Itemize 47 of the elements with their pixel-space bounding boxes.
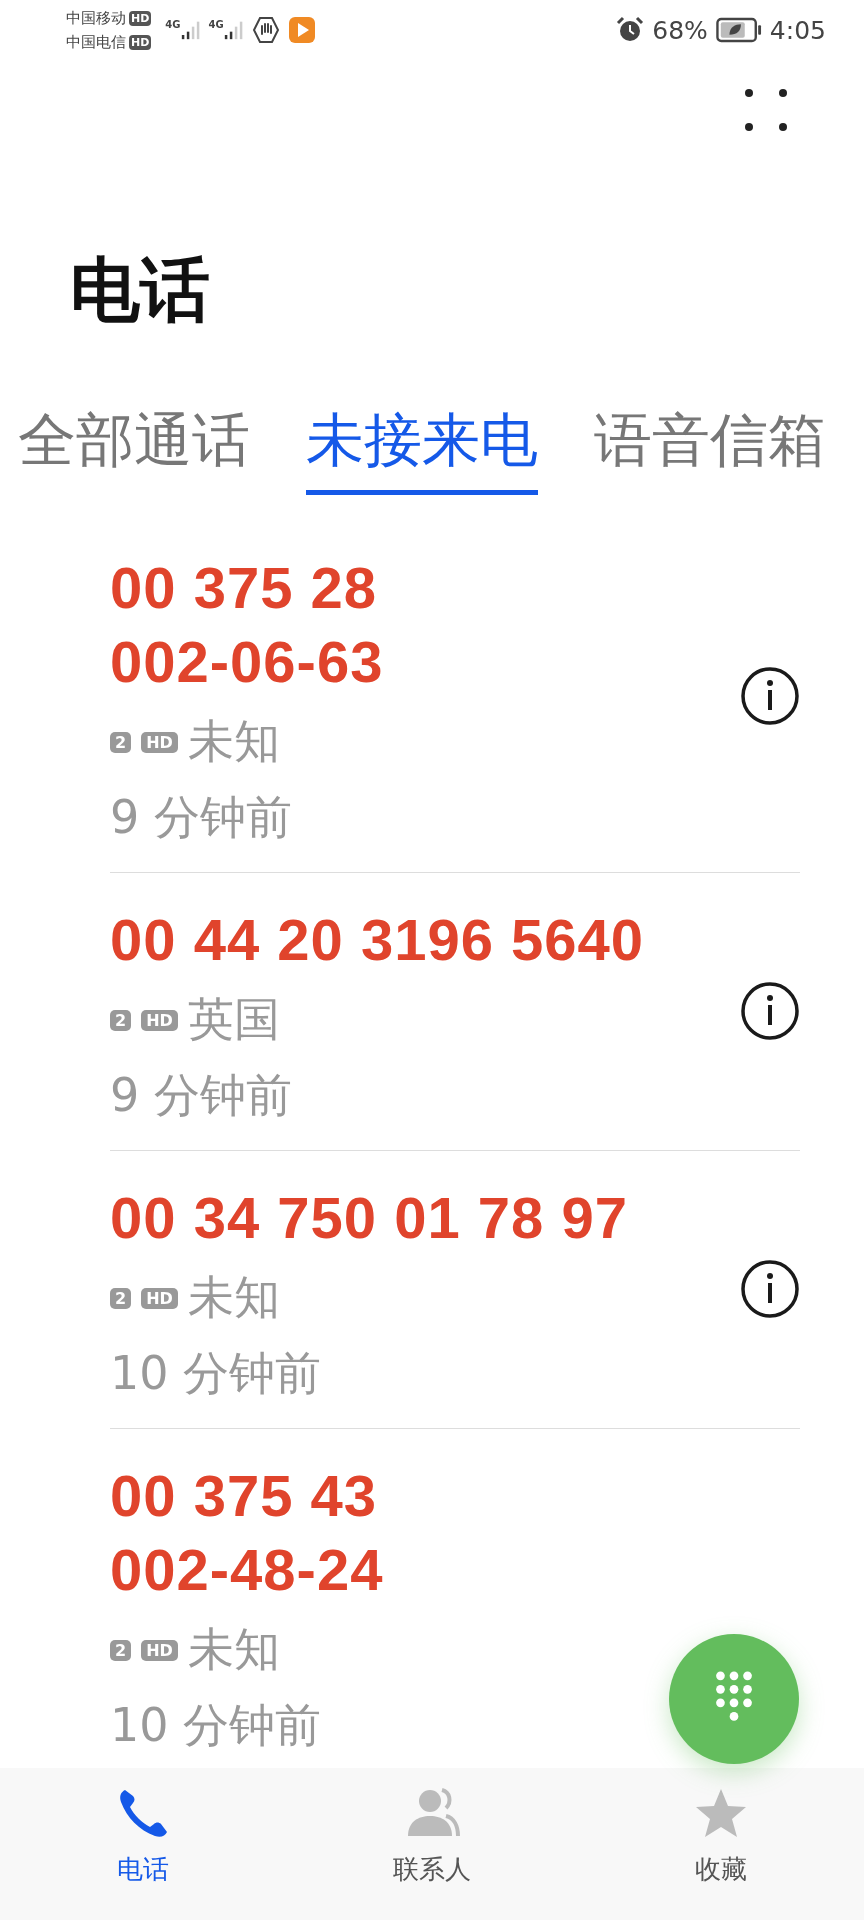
call-time: 10 分钟前 [110,1350,323,1396]
nav-item[interactable]: 收藏 [636,1768,806,1920]
info-icon[interactable] [740,665,800,726]
signal-icon [223,19,244,41]
call-time: 9 分钟前 [110,1072,293,1118]
info-icon[interactable] [740,1258,800,1319]
sim-badge: 2 [110,1639,132,1661]
tab[interactable]: 未接来电 [306,404,538,495]
network-label: 4G [208,19,224,30]
call-location: 未知 [187,1621,280,1678]
call-location: 未知 [187,713,280,770]
phone-number: 00 375 43 [110,1462,379,1530]
carrier-name: 中国移动 [66,8,126,29]
battery-percent: 68% [652,15,708,45]
carrier-name: 中国电信 [66,32,126,53]
sim-badge: 2 [110,1009,132,1031]
call-time: 10 分钟前 [110,1702,323,1748]
tab[interactable]: 全部通话 [18,404,250,495]
hd-badge: HD [141,1287,178,1309]
page-title: 电话 [70,248,211,333]
hand-icon [251,16,280,44]
nav-item[interactable]: 电话 [58,1768,228,1920]
more-icon[interactable] [744,88,788,132]
hd-badge: HD [141,731,178,753]
phone-number: 00 375 28 [110,554,379,622]
sim-badge: 2 [110,731,132,753]
hd-badge: HD [129,34,152,50]
phone-number: 00 44 20 3196 5640 [110,906,646,974]
battery-icon [715,17,762,43]
call-location: 未知 [187,1269,280,1326]
app-icon [287,16,316,44]
clock: 4:05 [769,15,826,45]
signal-icon [180,19,201,41]
call-time: 9 分钟前 [110,794,293,840]
alarm-icon [616,16,645,44]
hd-badge: HD [141,1639,178,1661]
phone-number: 00 34 750 01 78 97 [110,1184,629,1252]
call-location: 英国 [187,991,280,1048]
tab[interactable]: 语音信箱 [594,404,826,495]
info-icon[interactable] [740,980,800,1041]
sim-badge: 2 [110,1287,132,1309]
network-label: 4G [165,19,181,30]
hd-badge: HD [129,10,152,26]
hd-badge: HD [141,1009,178,1031]
nav-item[interactable]: 联系人 [347,1768,517,1920]
phone-number: 002-48-24 [110,1536,385,1604]
phone-number: 002-06-63 [110,628,385,696]
